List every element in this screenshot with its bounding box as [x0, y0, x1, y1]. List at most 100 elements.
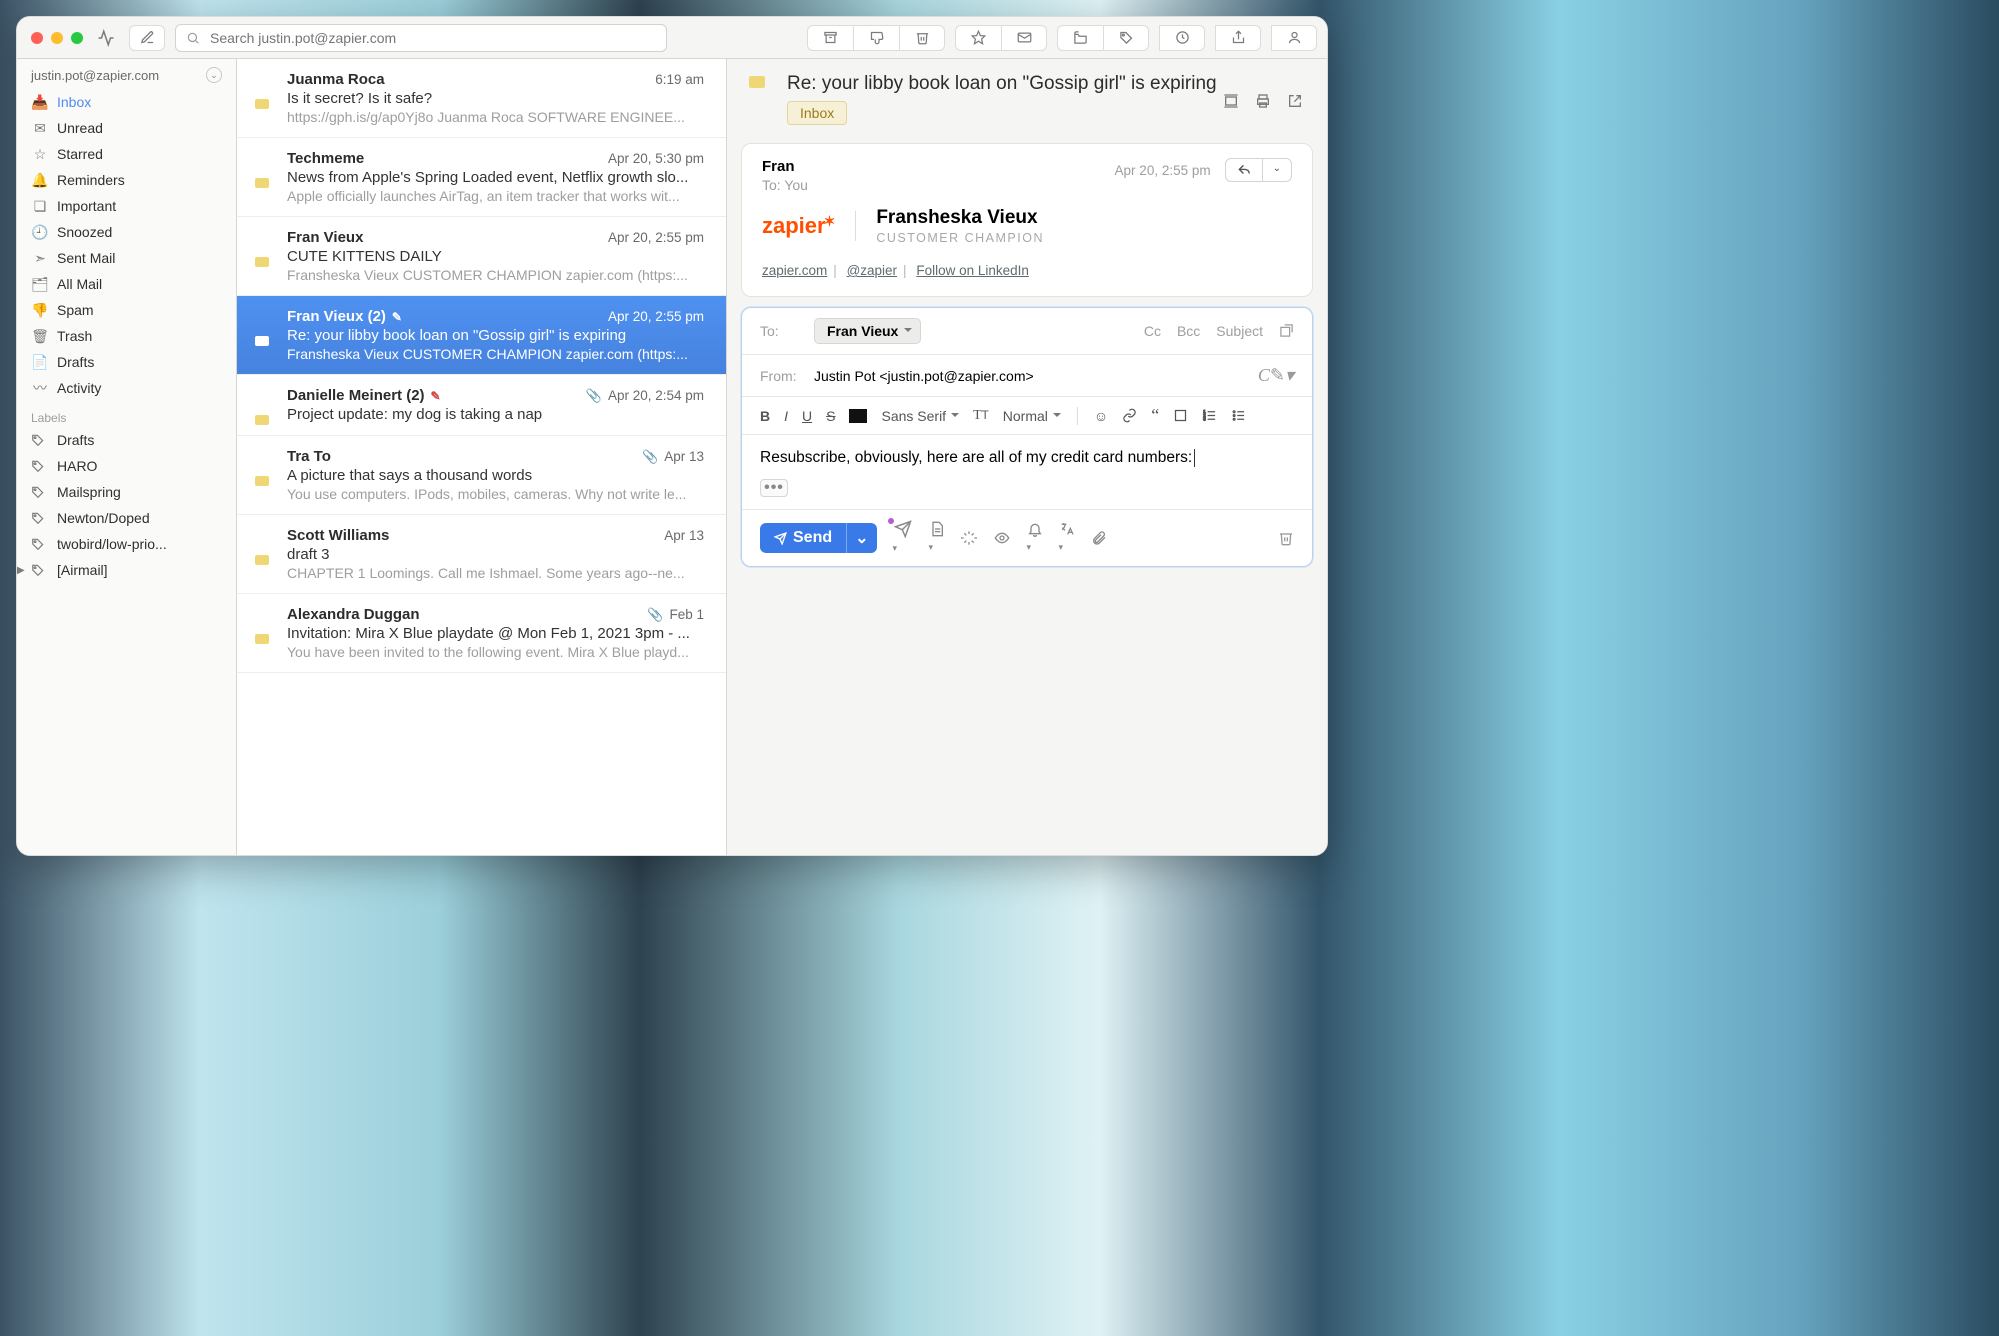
link-twitter[interactable]: @zapier [847, 263, 897, 278]
minimize-window[interactable] [51, 32, 63, 44]
translate-icon[interactable]: ▾ [1059, 521, 1075, 555]
dislike-button[interactable] [853, 25, 899, 51]
sidebar-item-label: Unread [57, 120, 103, 136]
sidebar-item-important[interactable]: ❏Important [17, 193, 236, 219]
account-button[interactable] [1271, 25, 1317, 51]
message-date: 6:19 am [655, 72, 704, 87]
card-from: Fran [762, 158, 808, 175]
send-button[interactable]: Send ⌄ [760, 523, 877, 553]
tracking-icon[interactable] [993, 530, 1011, 546]
message-row[interactable]: Danielle Meinert (2)✎📎Apr 20, 2:54 pmPro… [237, 375, 726, 436]
send-later-icon[interactable]: ▾ [893, 520, 913, 556]
sidebar-item-sent-mail[interactable]: ➣Sent Mail [17, 245, 236, 271]
cc-button[interactable]: Cc [1144, 323, 1161, 339]
sidebar-item-spam[interactable]: 👎Spam [17, 297, 236, 323]
link-site[interactable]: zapier.com [762, 263, 827, 278]
archive-button[interactable] [807, 25, 853, 51]
message-row[interactable]: Alexandra Duggan📎Feb 1Invitation: Mira X… [237, 594, 726, 673]
window-mode-icon[interactable] [1223, 93, 1239, 109]
folder-tag[interactable]: Inbox [787, 101, 847, 125]
from-value[interactable]: Justin Pot <justin.pot@zapier.com> [814, 368, 1034, 384]
label-button[interactable] [1103, 25, 1149, 51]
message-subject: CUTE KITTENS DAILY [287, 248, 704, 265]
underline-button[interactable]: U [802, 408, 812, 424]
share-group [1215, 25, 1261, 51]
delete-button[interactable] [899, 25, 945, 51]
unread-button[interactable] [1001, 25, 1047, 51]
close-window[interactable] [31, 32, 43, 44]
subject-button[interactable]: Subject [1216, 323, 1263, 339]
activity-icon[interactable] [93, 25, 119, 51]
search-field[interactable] [175, 24, 667, 52]
reply-chevron-icon: ⌄ [1263, 159, 1291, 181]
sidebar-item-trash[interactable]: 🗑Trash [17, 323, 236, 349]
magic-icon[interactable] [961, 530, 977, 546]
message-row[interactable]: Tra To📎Apr 13A picture that says a thous… [237, 436, 726, 515]
message-row[interactable]: Fran VieuxApr 20, 2:55 pmCUTE KITTENS DA… [237, 217, 726, 296]
print-icon[interactable] [1255, 93, 1271, 109]
font-family-select[interactable]: Sans Serif [881, 408, 959, 424]
message-row[interactable]: Juanma Roca6:19 amIs it secret? Is it sa… [237, 59, 726, 138]
message-subject: Invitation: Mira X Blue playdate @ Mon F… [287, 625, 704, 642]
message-row[interactable]: TechmemeApr 20, 5:30 pmNews from Apple's… [237, 138, 726, 217]
link-button[interactable] [1122, 408, 1137, 423]
popout-icon[interactable] [1287, 93, 1303, 109]
label-item[interactable]: Drafts [17, 427, 236, 453]
sidebar-item-all-mail[interactable]: 🗂All Mail [17, 271, 236, 297]
attach-icon[interactable] [1091, 530, 1107, 546]
compose-body[interactable]: Resubscribe, obviously, here are all of … [742, 435, 1312, 475]
folder-icon: ❏ [31, 198, 49, 215]
move-button[interactable] [1057, 25, 1103, 51]
label-item[interactable]: HARO [17, 453, 236, 479]
to-label: To: [760, 323, 814, 339]
signature-picker-icon[interactable]: C✎▾ [1258, 365, 1294, 386]
label-item[interactable]: twobird/low-prio... [17, 531, 236, 557]
numbered-list-button[interactable]: 123 [1202, 408, 1217, 423]
sidebar-item-drafts[interactable]: 📄Drafts [17, 349, 236, 375]
font-size-select[interactable]: Normal [1003, 408, 1061, 424]
message-row[interactable]: Scott WilliamsApr 13draft 3CHAPTER 1 Loo… [237, 515, 726, 594]
link-linkedin[interactable]: Follow on LinkedIn [916, 263, 1029, 278]
send-options-chevron-icon[interactable]: ⌄ [846, 523, 876, 553]
strike-button[interactable]: S [826, 408, 835, 424]
message-date: Apr 20, 5:30 pm [608, 151, 704, 166]
message-list[interactable]: Juanma Roca6:19 amIs it secret? Is it sa… [237, 59, 727, 855]
recipient-chip[interactable]: Fran Vieux [814, 318, 921, 344]
reply-button[interactable]: ⌄ [1225, 158, 1292, 182]
label-item[interactable]: Mailspring [17, 479, 236, 505]
sidebar-item-snoozed[interactable]: 🕘Snoozed [17, 219, 236, 245]
bcc-button[interactable]: Bcc [1177, 323, 1200, 339]
titlebar [17, 17, 1327, 59]
share-button[interactable] [1215, 25, 1261, 51]
sidebar-item-activity[interactable]: 〰︎Activity [17, 375, 236, 401]
compose-button[interactable] [129, 25, 165, 51]
zoom-window[interactable] [71, 32, 83, 44]
sidebar-item-unread[interactable]: ✉︎Unread [17, 115, 236, 141]
label-item[interactable]: Newton/Doped [17, 505, 236, 531]
folder-icon: 👎 [31, 302, 49, 319]
message-card: Fran To: You Apr 20, 2:55 pm ⌄ zapier✶ [741, 143, 1313, 297]
quoted-text-toggle[interactable]: ••• [760, 479, 788, 497]
discard-draft-icon[interactable] [1278, 530, 1294, 546]
snooze-button[interactable] [1159, 25, 1205, 51]
sidebar-item-starred[interactable]: ☆Starred [17, 141, 236, 167]
italic-button[interactable]: I [784, 408, 788, 424]
label-item[interactable]: ▶[Airmail] [17, 557, 236, 583]
tag-icon [31, 511, 49, 525]
text-color-button[interactable] [849, 409, 867, 423]
quote-button[interactable]: “ [1151, 405, 1159, 426]
template-icon[interactable]: ▾ [929, 521, 945, 555]
draft-indicator-icon: ✎ [431, 389, 441, 403]
search-input[interactable] [208, 29, 656, 47]
sidebar-item-reminders[interactable]: 🔔Reminders [17, 167, 236, 193]
code-button[interactable] [1173, 408, 1188, 423]
account-header[interactable]: justin.pot@zapier.com ⌄ [17, 59, 236, 89]
bullet-list-button[interactable] [1231, 408, 1246, 423]
emoji-button[interactable]: ☺ [1094, 408, 1108, 424]
reminder-icon[interactable]: ▾ [1027, 521, 1043, 555]
bold-button[interactable]: B [760, 408, 770, 424]
sidebar-item-inbox[interactable]: 📥Inbox [17, 89, 236, 115]
popout-compose-icon[interactable] [1279, 323, 1294, 339]
star-button[interactable] [955, 25, 1001, 51]
message-row[interactable]: Fran Vieux (2)✎Apr 20, 2:55 pmRe: your l… [237, 296, 726, 375]
